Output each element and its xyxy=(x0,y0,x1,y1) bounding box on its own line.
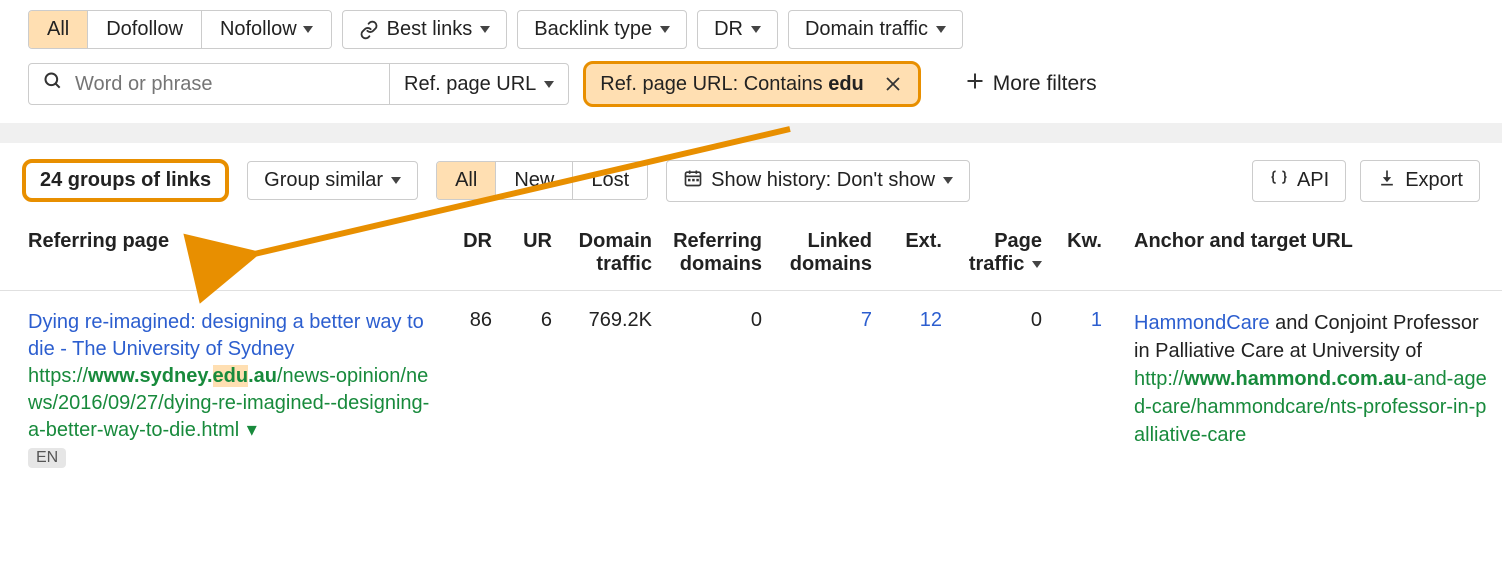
applied-filter-value: edu xyxy=(828,73,864,95)
search-scope-label: Ref. page URL xyxy=(404,73,536,96)
best-links-label: Best links xyxy=(387,18,473,41)
applied-filter-prefix: Ref. page URL: Contains xyxy=(600,73,828,95)
braces-icon xyxy=(1269,168,1289,194)
cell-ur: 6 xyxy=(500,291,560,477)
follow-all-button[interactable]: All xyxy=(29,11,88,48)
search-scope-button[interactable]: Ref. page URL xyxy=(389,64,568,104)
applied-filter-chip[interactable]: Ref. page URL: Contains edu xyxy=(583,61,920,107)
api-label: API xyxy=(1297,169,1329,192)
search-icon xyxy=(43,71,63,97)
anchor-link[interactable]: HammondCare xyxy=(1134,312,1270,334)
show-history-label: Show history: Don't show xyxy=(711,169,935,192)
col-ext[interactable]: Ext. xyxy=(880,216,950,291)
target-url[interactable]: http://www.hammond.com.au-and-aged-care/… xyxy=(1134,365,1494,449)
chevron-down-icon xyxy=(303,26,313,33)
search-input[interactable] xyxy=(73,72,375,97)
domain-traffic-filter-label: Domain traffic xyxy=(805,18,928,41)
applied-filter-text: Ref. page URL: Contains edu xyxy=(600,73,863,96)
follow-type-group: All Dofollow Nofollow xyxy=(28,10,332,49)
col-referring-page[interactable]: Referring page xyxy=(0,216,440,291)
close-icon[interactable] xyxy=(878,69,908,99)
calendar-icon xyxy=(683,168,703,194)
status-group: All New Lost xyxy=(436,161,648,200)
show-history-button[interactable]: Show history: Don't show xyxy=(666,160,970,202)
table-row: Dying re-imagined: designing a better wa… xyxy=(0,291,1502,477)
more-filters-label: More filters xyxy=(993,72,1097,96)
search-group: Ref. page URL xyxy=(28,63,569,105)
follow-nofollow-button[interactable]: Nofollow xyxy=(202,11,331,48)
backlink-type-label: Backlink type xyxy=(534,18,652,41)
follow-dofollow-button[interactable]: Dofollow xyxy=(88,11,202,48)
chevron-down-icon xyxy=(936,26,946,33)
divider xyxy=(0,123,1502,143)
col-referring-domains[interactable]: Referring domains xyxy=(660,216,770,291)
export-label: Export xyxy=(1405,169,1463,192)
plus-icon xyxy=(965,71,985,97)
search-input-wrap[interactable] xyxy=(29,64,389,104)
col-page-traffic[interactable]: Page traffic xyxy=(950,216,1050,291)
referring-page-url[interactable]: https://www.sydney.edu.au/news-opinion/n… xyxy=(28,363,432,444)
api-button[interactable]: API xyxy=(1252,160,1346,202)
group-similar-label: Group similar xyxy=(264,169,383,192)
link-icon xyxy=(359,20,379,40)
col-domain-traffic[interactable]: Domain traffic xyxy=(560,216,660,291)
cell-referring-domains: 0 xyxy=(660,291,770,477)
cell-linked-domains[interactable]: 7 xyxy=(770,291,880,477)
dr-filter-label: DR xyxy=(714,18,743,41)
more-filters-button[interactable]: More filters xyxy=(965,71,1097,97)
follow-nofollow-label: Nofollow xyxy=(220,18,297,41)
col-dr[interactable]: DR xyxy=(440,216,500,291)
col-ur[interactable]: UR xyxy=(500,216,560,291)
cell-ext[interactable]: 12 xyxy=(880,291,950,477)
domain-traffic-filter-button[interactable]: Domain traffic xyxy=(788,10,963,49)
anchor-text: HammondCare and Conjoint Professor in Pa… xyxy=(1134,309,1494,365)
cell-kw[interactable]: 1 xyxy=(1050,291,1110,477)
group-similar-button[interactable]: Group similar xyxy=(247,161,418,200)
status-lost-button[interactable]: Lost xyxy=(573,162,647,199)
export-button[interactable]: Export xyxy=(1360,160,1480,202)
best-links-button[interactable]: Best links xyxy=(342,10,508,49)
chevron-down-icon xyxy=(660,26,670,33)
language-badge: EN xyxy=(28,448,66,468)
status-new-button[interactable]: New xyxy=(496,162,573,199)
chevron-down-icon xyxy=(751,26,761,33)
backlink-type-button[interactable]: Backlink type xyxy=(517,10,687,49)
col-page-traffic-label: Page traffic xyxy=(969,230,1042,275)
chevron-down-icon[interactable]: ▾ xyxy=(247,417,257,444)
cell-dr: 86 xyxy=(440,291,500,477)
cell-page-traffic: 0 xyxy=(950,291,1050,477)
col-anchor[interactable]: Anchor and target URL xyxy=(1110,216,1502,291)
col-kw[interactable]: Kw. xyxy=(1050,216,1110,291)
chevron-down-icon xyxy=(943,177,953,184)
download-icon xyxy=(1377,168,1397,194)
chevron-down-icon xyxy=(480,26,490,33)
cell-domain-traffic: 769.2K xyxy=(560,291,660,477)
col-linked-domains[interactable]: Linked domains xyxy=(770,216,880,291)
status-all-button[interactable]: All xyxy=(437,162,496,199)
chevron-down-icon xyxy=(544,81,554,88)
sort-desc-icon xyxy=(1032,261,1042,268)
dr-filter-button[interactable]: DR xyxy=(697,10,778,49)
chevron-down-icon xyxy=(391,177,401,184)
referring-page-title[interactable]: Dying re-imagined: designing a better wa… xyxy=(28,309,432,363)
groups-count-chip: 24 groups of links xyxy=(22,159,229,202)
